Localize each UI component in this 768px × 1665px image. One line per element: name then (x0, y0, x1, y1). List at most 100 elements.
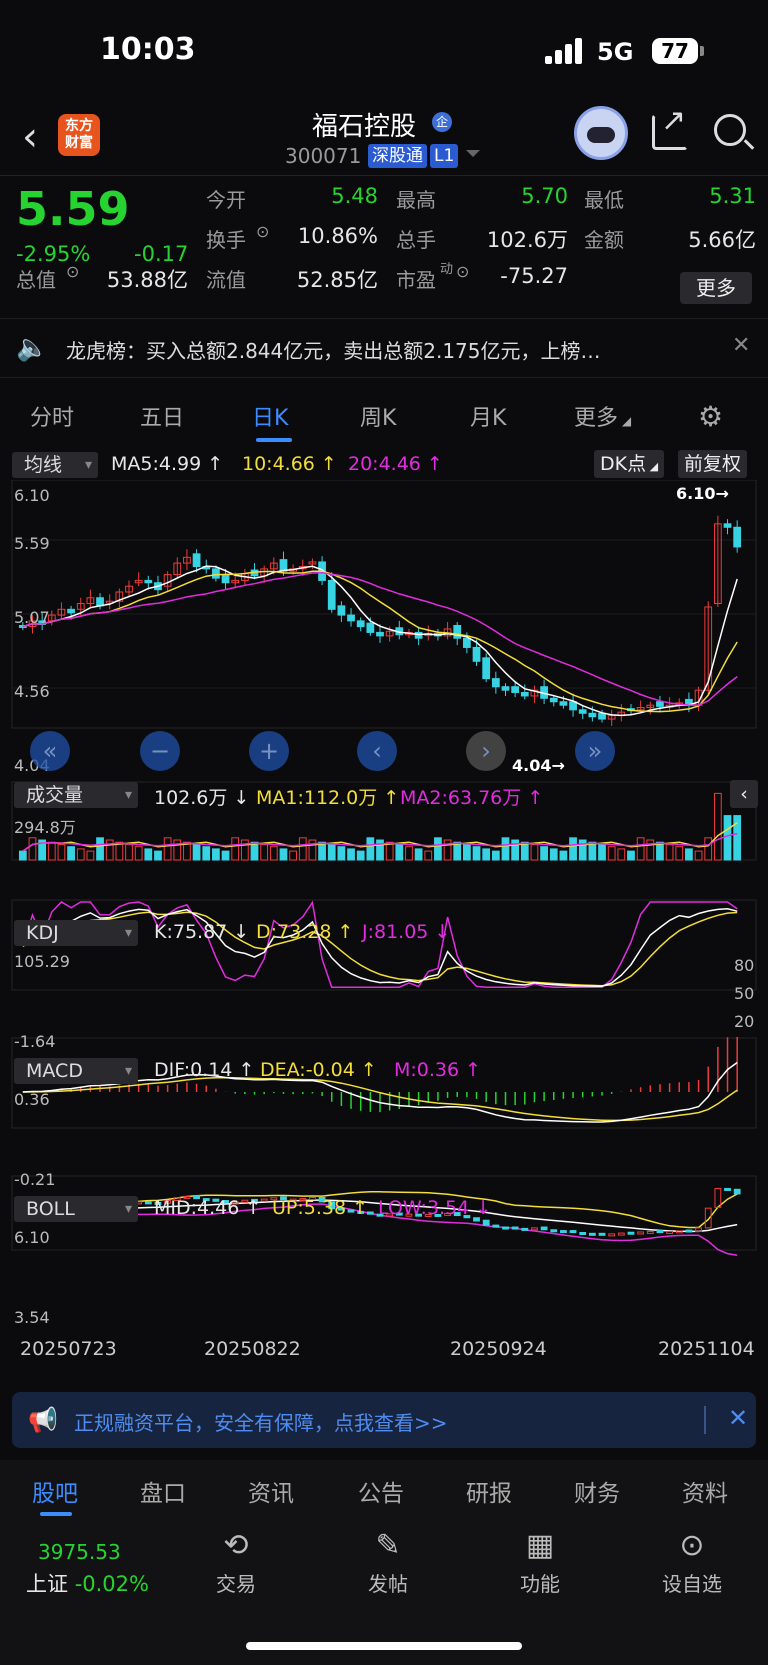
tab-fenshi[interactable]: 分时 (30, 400, 74, 432)
candle-body (520, 691, 529, 697)
zoom-out-icon[interactable]: − (140, 731, 180, 771)
volume-bar (598, 843, 606, 861)
zoom-in-icon[interactable]: + (249, 731, 289, 771)
tab-finance[interactable]: 财务 (574, 1474, 620, 1508)
macd-select[interactable]: MACD (14, 1058, 138, 1084)
dk-point-button[interactable]: DK点 ◢ (594, 450, 665, 478)
pe-label: 市盈 (396, 268, 436, 292)
kdj-axis-bottom: -1.64 (14, 1032, 56, 1051)
candle-body (376, 631, 384, 637)
home-indicator (246, 1642, 522, 1650)
volume-bar (405, 846, 413, 861)
more-button[interactable]: 更多 (680, 272, 752, 304)
k-axis-4: 4.56 (14, 682, 50, 701)
dock-post[interactable]: ✎ 发帖 (348, 1528, 428, 1597)
candle-body (733, 526, 742, 548)
tab-more[interactable]: 更多 ◢ (574, 400, 631, 432)
open-label: 今开 (206, 188, 246, 212)
volume-bar (347, 848, 355, 861)
tab-research[interactable]: 研报 (466, 1474, 512, 1508)
edit-icon: ✎ (375, 1528, 401, 1563)
chevron-down-icon[interactable] (466, 150, 480, 164)
dock-watchlist[interactable]: ⊙ 设自选 (652, 1528, 732, 1597)
scroll-end-icon[interactable]: » (575, 731, 615, 771)
date-label-3: 20250924 (450, 1338, 547, 1360)
kdj-level-20: 20 (734, 1012, 755, 1031)
candle-body (279, 559, 288, 572)
volume-bar (530, 843, 539, 861)
high-label: 最高 (396, 188, 436, 212)
clock: 10:03 (100, 32, 196, 67)
volume-bar (86, 850, 95, 861)
candle-body (96, 597, 104, 607)
volume-bar (356, 850, 365, 861)
back-icon[interactable]: ‹ (22, 114, 38, 160)
volume-bar (636, 837, 645, 861)
pan-right-icon[interactable]: › (466, 731, 506, 771)
candle-body (472, 646, 481, 662)
speaker-icon: 🔈 (16, 333, 49, 363)
volume-bar (57, 843, 66, 861)
volume-bar (569, 837, 577, 861)
kdj-select[interactable]: KDJ (14, 920, 138, 946)
candle-body (356, 620, 365, 628)
volume-bar (18, 850, 27, 861)
dock-post-label: 发帖 (368, 1572, 408, 1596)
info-icon[interactable]: ⊙ (256, 222, 269, 241)
candle-body (578, 709, 587, 714)
top-nav: ‹ 东方 财富 福石控股 企 300071 深股通 L1 (0, 100, 768, 175)
index-summary[interactable]: 上证 -0.02% (26, 1568, 149, 1598)
volume-bar (105, 839, 114, 861)
info-icon[interactable]: ⊙ (66, 262, 79, 281)
dock-functions[interactable]: ▦ 功能 (500, 1528, 580, 1597)
volume-bar (240, 839, 249, 861)
boll-select[interactable]: BOLL (14, 1196, 138, 1222)
volume-select[interactable]: 成交量 (14, 782, 138, 808)
share-icon[interactable] (652, 103, 688, 150)
tab-five-day[interactable]: 五日 (140, 400, 184, 432)
boll-candle (492, 1224, 500, 1228)
boll-candle (685, 1229, 693, 1233)
tab-news[interactable]: 资讯 (248, 1474, 294, 1508)
boll-candle (637, 1231, 645, 1235)
close-icon[interactable]: ✕ (728, 1404, 748, 1432)
low-annotation: 4.04→ (512, 756, 565, 775)
volume-bar (704, 837, 713, 861)
candle-body (588, 712, 597, 718)
boll-candle (560, 1230, 567, 1234)
close-icon[interactable]: ✕ (732, 333, 750, 358)
brand-logo[interactable]: 东方 财富 (58, 114, 100, 156)
tab-pankou[interactable]: 盘口 (140, 1474, 186, 1508)
tab-guba[interactable]: 股吧 (32, 1474, 78, 1516)
ma-select[interactable]: 均线 (12, 452, 98, 478)
pan-left-icon[interactable]: ‹ (357, 731, 397, 771)
tab-day-k[interactable]: 日K (252, 400, 292, 442)
volume-bar (212, 848, 220, 861)
volume-bar (231, 837, 240, 861)
collapse-chevron-icon[interactable]: ‹ (730, 780, 758, 808)
fuquan-button[interactable]: 前复权 (678, 450, 748, 478)
assistant-robot-icon[interactable] (574, 106, 628, 160)
candle-body (347, 614, 355, 622)
gear-icon[interactable]: ⚙ (698, 400, 723, 433)
tab-week-k[interactable]: 周K (360, 400, 396, 432)
volume-bar (646, 839, 655, 861)
ad-banner[interactable]: 📢 正规融资平台，安全有保障，点我查看>> ✕ (12, 1392, 756, 1448)
tab-profile[interactable]: 资料 (682, 1474, 728, 1508)
search-icon[interactable] (714, 114, 746, 146)
kline-chart (18, 515, 742, 1256)
candle-body (337, 605, 346, 616)
longhu-banner[interactable]: 🔈 龙虎榜：买入总额2.844亿元，卖出总额2.175亿元，上榜… ✕ (0, 318, 768, 378)
dock-trade[interactable]: ⟲ 交易 (196, 1528, 276, 1597)
kdj-j: J:81.05 ↓ (362, 921, 451, 943)
volume-bar (733, 815, 742, 861)
tab-guba-label: 股吧 (32, 1481, 78, 1507)
signal-icon (545, 38, 585, 64)
shenguotong-tag: 深股通 (368, 144, 427, 168)
zoom-out-far-icon[interactable]: « (30, 731, 70, 771)
dock-functions-label: 功能 (520, 1572, 560, 1596)
index-value[interactable]: 3975.53 (38, 1540, 121, 1564)
tab-announcements[interactable]: 公告 (358, 1474, 404, 1508)
info-icon[interactable]: ⊙ (456, 262, 469, 281)
tab-month-k[interactable]: 月K (470, 400, 506, 432)
